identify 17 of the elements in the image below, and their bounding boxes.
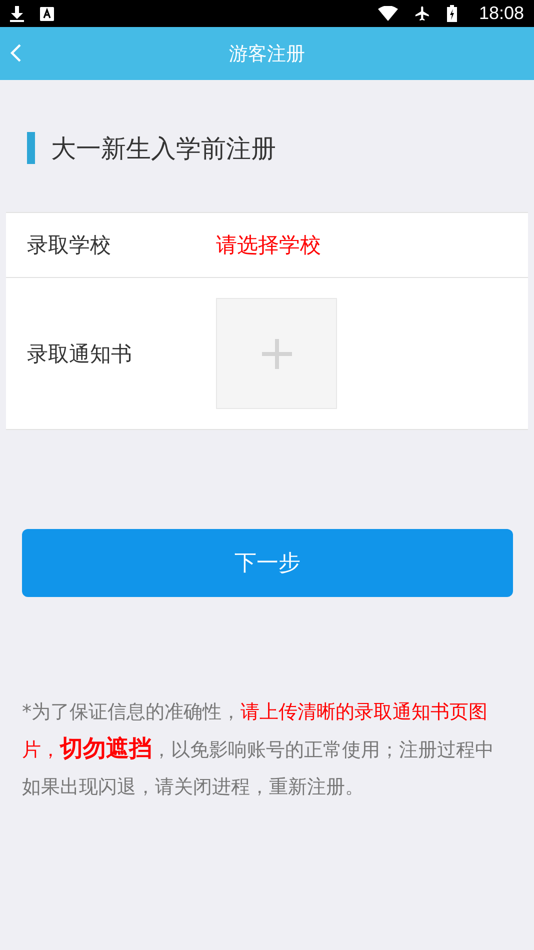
field-label: 录取通知书 — [27, 340, 133, 368]
upload-button[interactable] — [216, 298, 337, 409]
plus-icon — [262, 338, 292, 368]
status-time: 18:08 — [478, 3, 524, 24]
next-button[interactable]: 下一步 — [22, 529, 513, 597]
back-icon[interactable] — [10, 43, 22, 63]
notice-text: *为了保证信息的准确性，请上传清晰的录取通知书页图片，切勿遮挡，以免影响账号的正常使用；注册过程中如果出现闪退，请关闭进程，重新注册。 — [22, 700, 495, 800]
text-icon — [40, 6, 54, 20]
battery-icon — [446, 5, 457, 22]
field-label: 录取学校 — [27, 232, 112, 259]
page-title: 游客注册 — [229, 42, 305, 66]
accent-bar — [27, 132, 35, 164]
download-icon — [10, 6, 24, 22]
wifi-icon — [378, 6, 398, 21]
airplane-icon — [414, 5, 431, 22]
section-title: 大一新生入学前注册 — [51, 132, 276, 164]
school-select[interactable]: 请选择学校 — [216, 231, 321, 259]
